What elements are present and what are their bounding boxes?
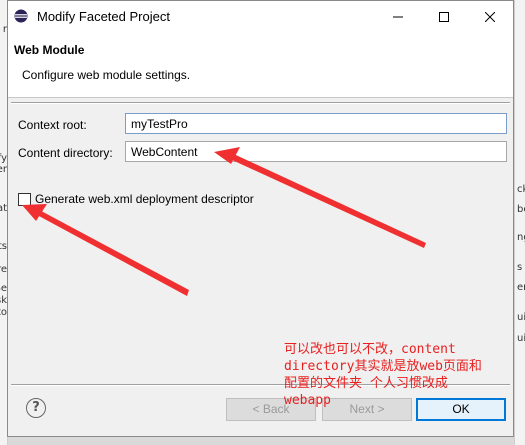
annotation-line: 可以改也可以不改，content (284, 342, 456, 357)
context-root-input[interactable] (125, 113, 507, 134)
bg-fragment: Se (0, 283, 7, 294)
bg-fragment: to (0, 307, 7, 318)
annotation-line: directory其实就是放web页面和 (284, 359, 482, 374)
banner-description: Configure web module settings. (22, 68, 191, 82)
annotation-line: webapp (284, 393, 331, 408)
bg-fragment: be (517, 204, 525, 215)
bg-fragment: ng (517, 232, 525, 243)
close-button[interactable] (467, 1, 513, 32)
banner-title: Web Module (14, 43, 85, 57)
minimize-icon (393, 16, 403, 17)
title-bar[interactable]: Modify Faceted Project (8, 1, 513, 32)
bg-fragment: at (0, 203, 7, 214)
help-icon[interactable]: ? (26, 398, 46, 418)
bg-fragment: s (517, 262, 523, 273)
minimize-button[interactable] (375, 1, 421, 32)
context-root-label: Context root: (18, 118, 87, 132)
bg-fragment: ck (517, 184, 525, 195)
bg-fragment: ent (517, 282, 525, 293)
eclipse-icon (14, 9, 28, 23)
bg-fragment: ui (517, 333, 525, 344)
window-title: Modify Faceted Project (37, 9, 170, 24)
bg-fragment: ui (517, 312, 525, 323)
generate-web-xml-checkbox[interactable] (18, 193, 31, 206)
separator (11, 102, 510, 104)
background-ide-right: ck be ng s ent ui ui (514, 0, 525, 445)
bg-fragment: fy (0, 153, 7, 164)
content-directory-input[interactable] (125, 141, 507, 162)
maximize-button[interactable] (421, 1, 467, 32)
generate-web-xml-label[interactable]: Generate web.xml deployment descriptor (35, 192, 254, 206)
bg-fragment: er (0, 164, 7, 175)
bg-fragment: sk (0, 295, 7, 306)
close-icon (485, 11, 495, 22)
annotation-note: 可以改也可以不改，content directory其实就是放web页面和 配置… (284, 341, 504, 409)
maximize-icon (439, 11, 449, 22)
content-directory-label: Content directory: (18, 146, 113, 160)
annotation-line: 配置的文件夹 个人习惯改成 (284, 376, 448, 391)
wizard-banner: Web Module Configure web module settings… (8, 32, 513, 98)
bg-fragment: ts (0, 241, 7, 252)
bg-fragment: re (0, 264, 7, 275)
